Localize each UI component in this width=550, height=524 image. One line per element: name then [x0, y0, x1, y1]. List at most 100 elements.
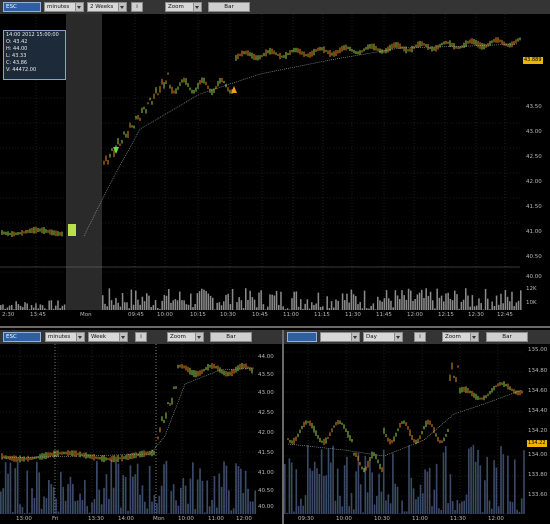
- right-chart-pane[interactable]: 135.00 134.80 134.60 134.40 134.22 134.2…: [284, 344, 550, 524]
- volume-bar: [477, 449, 479, 514]
- volume-bar: [438, 297, 441, 310]
- right-range-dropdown[interactable]: Day: [363, 332, 403, 342]
- top-style-button[interactable]: Bar: [208, 2, 250, 12]
- left-chart-pane[interactable]: 44.00 43.50 43.00 42.50 42.00 41.50 41.0…: [0, 344, 282, 524]
- moving-average-line: [83, 43, 519, 237]
- volume-bar: [332, 445, 334, 514]
- volume-bar: [175, 500, 177, 514]
- volume-bar: [267, 306, 269, 310]
- right-info-button[interactable]: i: [414, 332, 426, 342]
- volume-bar: [423, 298, 425, 310]
- top-range-dropdown[interactable]: 2 Weeks: [87, 2, 127, 12]
- volume-bar: [225, 294, 227, 310]
- volume-bar: [323, 475, 325, 514]
- top-toolbar: ESC minutes 2 Weeks i Zoom Bar: [0, 0, 550, 15]
- horizontal-divider[interactable]: [0, 326, 550, 328]
- volume-bar: [479, 465, 482, 514]
- volume-bar: [86, 506, 89, 514]
- top-symbol-input[interactable]: ESC: [3, 2, 41, 12]
- volume-bar: [172, 484, 175, 514]
- volume-bar: [399, 513, 401, 514]
- top-chart-pane[interactable]: 14:00 2012 15:00:00 O: 43.42 H: 44.00 L:…: [0, 14, 550, 320]
- volume-bar: [168, 288, 170, 310]
- right-symbol-input[interactable]: [287, 332, 317, 342]
- volume-bar: [392, 453, 394, 514]
- volume-bar: [48, 479, 50, 514]
- volume-bar: [228, 490, 230, 514]
- volume-bar: [135, 290, 137, 310]
- volume-bar: [144, 501, 146, 514]
- volume-bar: [148, 465, 151, 514]
- volume-bar: [160, 485, 163, 514]
- volume-bar: [353, 509, 355, 514]
- volume-bar: [31, 488, 33, 514]
- left-range-dropdown[interactable]: Week: [88, 332, 128, 342]
- right-interval-dropdown[interactable]: [320, 332, 360, 342]
- right-x-label: 10:00: [336, 516, 352, 522]
- top-interval-dropdown[interactable]: minutes: [44, 2, 84, 12]
- info-volume: V: 44472.00: [6, 67, 37, 73]
- volume-bar: [403, 295, 405, 310]
- volume-bar: [364, 455, 367, 514]
- moving-average-line: [287, 389, 523, 457]
- right-y-label: 133.60: [528, 492, 548, 498]
- volume-bar: [260, 290, 262, 310]
- volume-bar: [396, 486, 399, 514]
- info-close: C: 43.86: [6, 60, 28, 66]
- top-y-label: 41.50: [526, 204, 542, 210]
- volume-bar: [442, 452, 445, 514]
- left-interval-dropdown[interactable]: minutes: [45, 332, 85, 342]
- volume-bar: [262, 304, 265, 310]
- left-toolbar: ESC minutes Week i Zoom Bar: [0, 330, 282, 345]
- volume-bar: [172, 300, 174, 310]
- right-zoom-text: Zoom: [445, 334, 461, 340]
- volume-bar: [253, 299, 256, 310]
- volume-bar: [223, 461, 225, 514]
- right-style-button[interactable]: Bar: [486, 332, 528, 342]
- volume-bar: [37, 308, 39, 310]
- volume-bar: [225, 465, 228, 514]
- volume-bar: [495, 295, 498, 310]
- volume-bar: [383, 298, 386, 310]
- left-zoom-dropdown[interactable]: Zoom: [167, 332, 204, 342]
- left-style-button[interactable]: Bar: [210, 332, 252, 342]
- top-symbol-text: ESC: [6, 4, 17, 10]
- volume-bar: [381, 301, 383, 310]
- right-zoom-dropdown[interactable]: Zoom: [442, 332, 479, 342]
- volume-bar: [119, 306, 122, 310]
- left-price-chart[interactable]: [0, 344, 282, 524]
- volume-bar: [106, 306, 108, 310]
- volume-bar: [211, 499, 213, 514]
- top-x-label: 12:15: [438, 312, 454, 318]
- top-x-label: 09:45: [128, 312, 144, 318]
- volume-bar: [41, 305, 44, 310]
- volume-bar: [405, 299, 408, 310]
- volume-bar: [468, 448, 470, 514]
- volume-bar: [129, 465, 132, 514]
- volume-bar: [495, 467, 498, 514]
- left-info-button[interactable]: i: [135, 332, 147, 342]
- left-symbol-input[interactable]: ESC: [3, 332, 41, 342]
- top-y-label: 43.00: [526, 129, 542, 135]
- volume-bar: [214, 309, 216, 310]
- volume-bar: [208, 506, 211, 514]
- volume-bar: [113, 304, 115, 310]
- volume-bar: [337, 300, 339, 310]
- top-info-button[interactable]: i: [131, 2, 143, 12]
- volume-bar: [2, 304, 4, 310]
- top-zoom-dropdown[interactable]: Zoom: [165, 2, 202, 12]
- volume-bar: [196, 293, 199, 310]
- volume-bar: [154, 300, 157, 310]
- volume-bar: [506, 296, 509, 310]
- volume-bar: [344, 300, 346, 310]
- volume-bar: [447, 503, 449, 514]
- volume-bar: [399, 299, 401, 310]
- volume-bar: [335, 299, 337, 310]
- volume-bar: [187, 503, 189, 514]
- volume-bar: [223, 301, 225, 310]
- volume-bar: [451, 300, 454, 310]
- right-price-chart[interactable]: [284, 344, 550, 524]
- volume-bar: [180, 487, 182, 514]
- top-price-chart[interactable]: [0, 14, 550, 320]
- left-zoom-text: Zoom: [170, 334, 186, 340]
